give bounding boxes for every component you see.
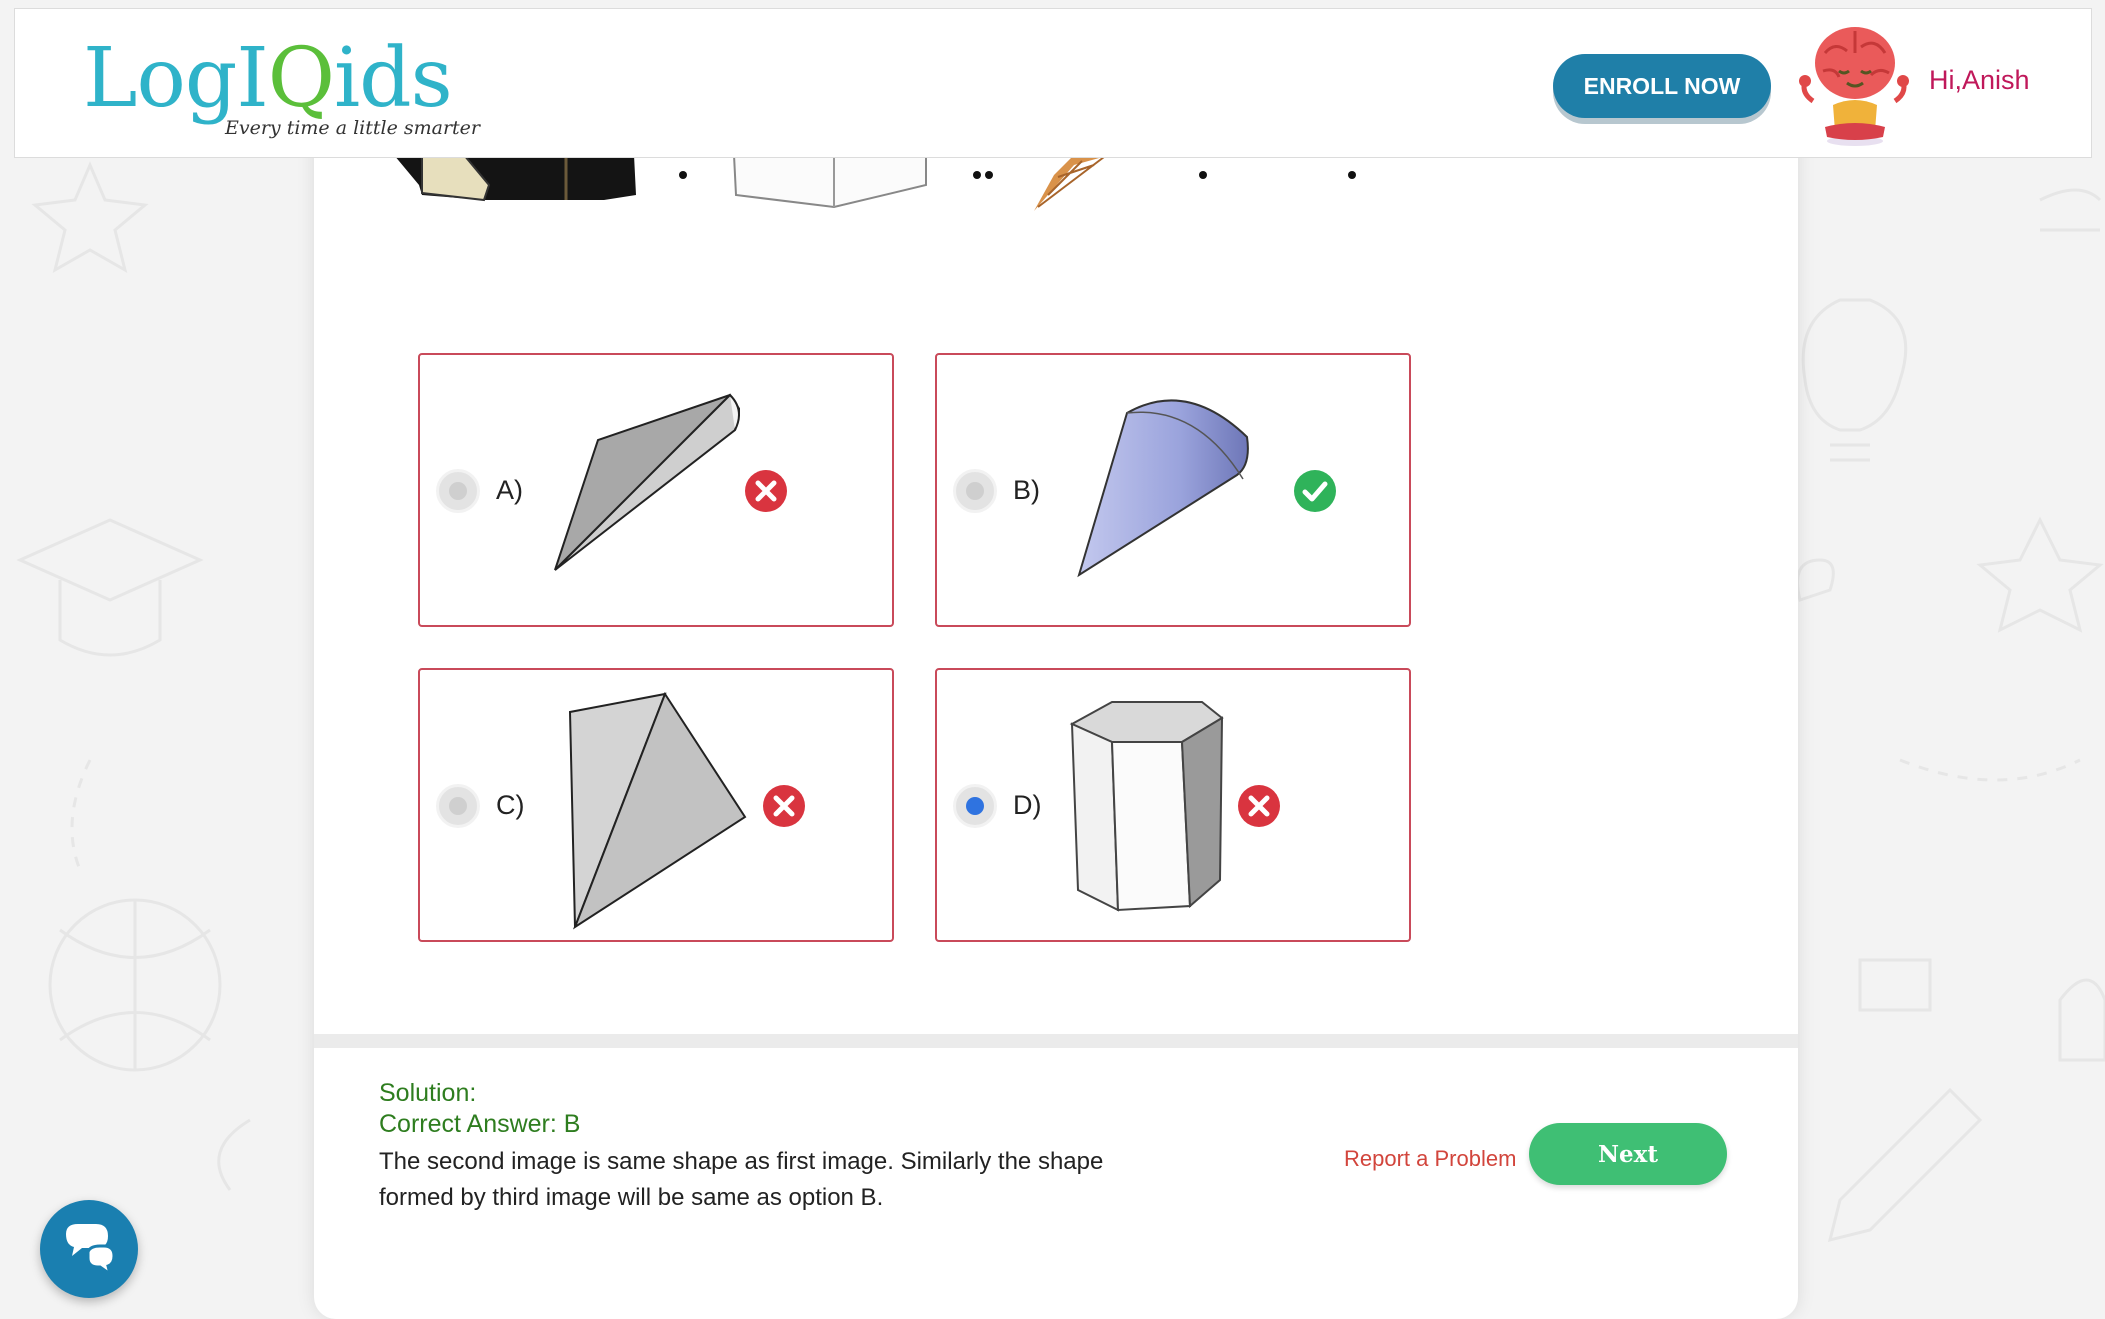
logo-tagline: Every time a little smarter: [225, 117, 481, 139]
logiqids-logo[interactable]: LogIQids Every time a little smarter: [83, 31, 483, 141]
next-button[interactable]: Next: [1529, 1123, 1727, 1185]
option-d[interactable]: D): [935, 668, 1411, 942]
pyramid-image: [732, 155, 927, 209]
option-c-radio[interactable]: [436, 784, 480, 828]
option-b-shape: [1077, 399, 1249, 578]
option-b[interactable]: B): [935, 353, 1411, 627]
dot-separator-3: [1199, 171, 1207, 179]
x-circle-icon: [745, 470, 787, 512]
option-c-shape: [568, 691, 747, 930]
option-b-radio[interactable]: [953, 469, 997, 513]
enroll-now-button[interactable]: ENROLL NOW: [1553, 54, 1771, 118]
dot-separator-4: [1348, 171, 1356, 179]
solution-panel: Solution: Correct Answer: B The second i…: [379, 1078, 1279, 1216]
dot-separator: [679, 171, 687, 179]
ratio-dot-2: [985, 171, 993, 179]
question-image-strip: [394, 155, 1356, 211]
check-circle-icon: [1294, 470, 1336, 512]
x-circle-icon: [763, 785, 805, 827]
option-d-shape: [1069, 701, 1224, 912]
option-a-shape: [554, 393, 740, 571]
option-b-label: B): [1013, 475, 1040, 505]
question-card: A) B) C) D) Solution: Correct Answer: B …: [314, 100, 1798, 1319]
option-d-radio[interactable]: [953, 784, 997, 828]
brain-mascot-avatar[interactable]: [1795, 23, 1935, 149]
ice-cream-cone-image: [1034, 155, 1110, 211]
logo-wordmark: LogIQids: [83, 31, 453, 126]
section-divider: [314, 1034, 1798, 1048]
site-header: LogIQids Every time a little smarter ENR…: [14, 8, 2092, 158]
option-c[interactable]: C): [418, 668, 894, 942]
option-a-radio[interactable]: [436, 469, 480, 513]
x-circle-icon: [1238, 785, 1280, 827]
option-c-label: C): [496, 790, 525, 820]
option-a[interactable]: A): [418, 353, 894, 627]
tent-image: [394, 155, 636, 202]
user-greeting: Hi,Anish: [1929, 65, 2030, 95]
chat-bubbles-icon: [66, 1224, 116, 1278]
report-problem-link[interactable]: Report a Problem: [1344, 1146, 1516, 1172]
option-d-label: D): [1013, 790, 1042, 820]
ratio-dot-1: [973, 171, 981, 179]
option-a-label: A): [496, 475, 523, 505]
solution-title: Solution:: [379, 1079, 477, 1107]
solution-explanation: The second image is same shape as first …: [379, 1148, 1104, 1211]
chat-button[interactable]: [40, 1200, 138, 1298]
correct-answer: Correct Answer: B: [379, 1110, 581, 1138]
